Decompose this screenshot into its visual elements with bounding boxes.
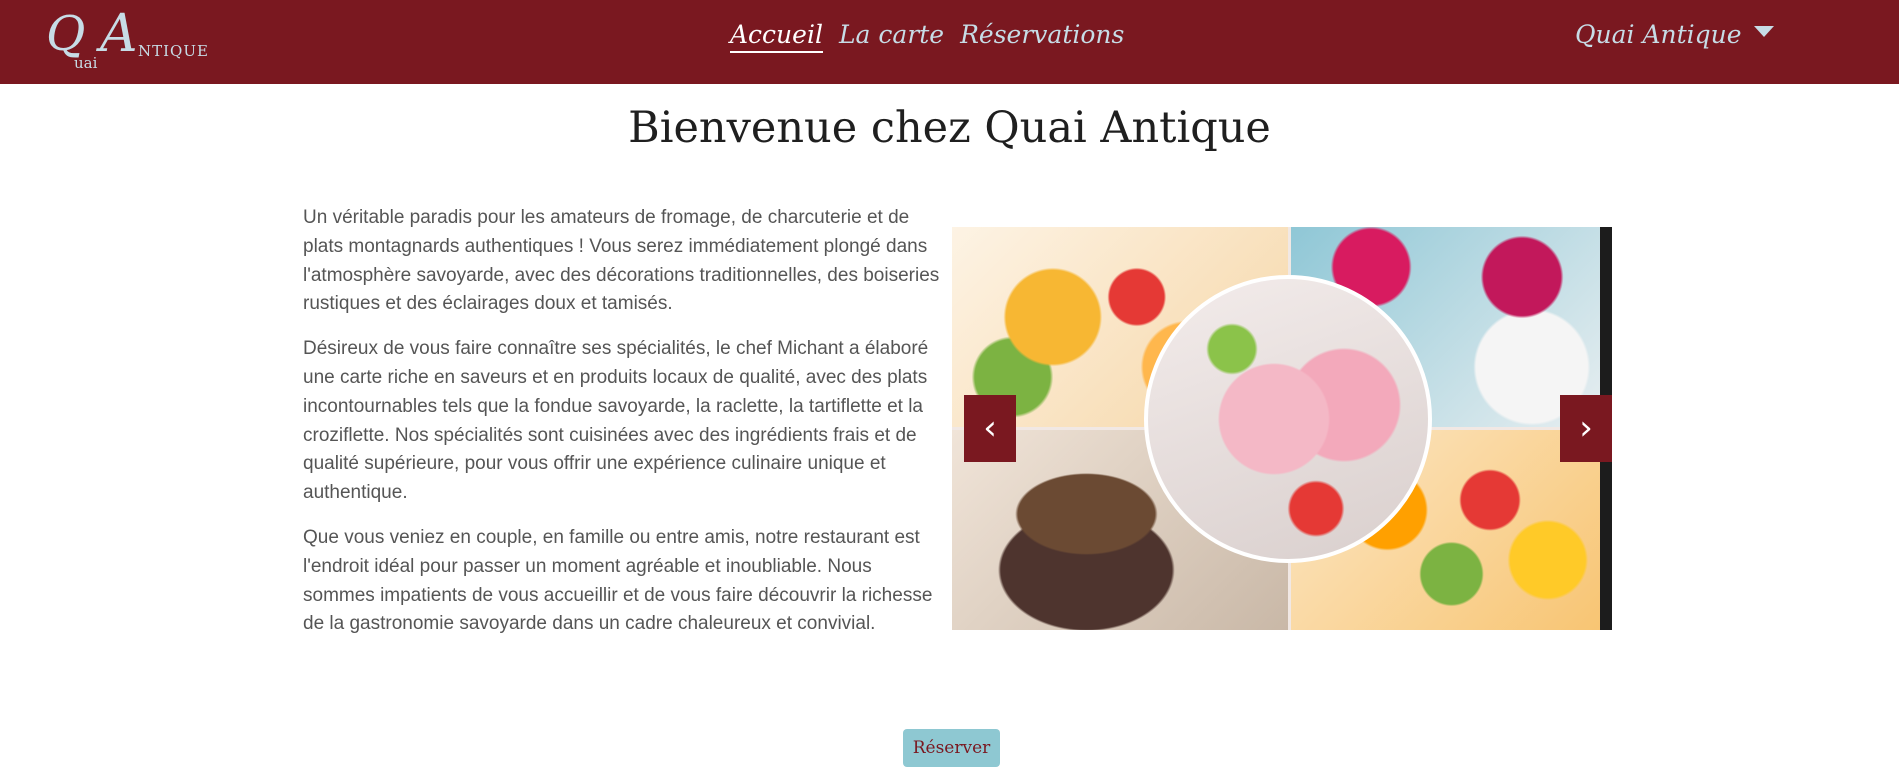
logo-letter-q: Q xyxy=(46,6,86,62)
nav-link-la-carte[interactable]: La carte xyxy=(839,20,944,53)
navbar: Q A uai NTIQUE Accueil La carte Réservat… xyxy=(0,0,1899,84)
logo-letter-a: A xyxy=(100,4,138,64)
image-carousel: ‹ › xyxy=(952,227,1612,630)
carousel-next-button[interactable]: › xyxy=(1560,395,1612,462)
intro-text: Un véritable paradis pour les amateurs d… xyxy=(303,204,943,655)
intro-paragraph: Un véritable paradis pour les amateurs d… xyxy=(303,207,940,315)
intro-paragraph: Désireux de vous faire connaître ses spé… xyxy=(303,338,929,504)
logo-text-ntique: NTIQUE xyxy=(138,42,209,60)
nav-link-accueil[interactable]: Accueil xyxy=(730,20,823,53)
account-dropdown[interactable]: Quai Antique xyxy=(1575,20,1774,49)
intro-paragraph: Que vous veniez en couple, en famille ou… xyxy=(303,526,933,635)
main-nav: Accueil La carte Réservations xyxy=(730,20,1124,53)
page-title: Bienvenue chez Quai Antique xyxy=(628,103,1271,153)
logo-text-uai: uai xyxy=(74,54,98,72)
logo[interactable]: Q A uai NTIQUE xyxy=(46,4,208,74)
carousel-prev-button[interactable]: ‹ xyxy=(964,395,1016,462)
caret-down-icon xyxy=(1753,26,1774,37)
account-label: Quai Antique xyxy=(1575,20,1742,49)
chevron-right-icon: › xyxy=(1579,408,1593,448)
reserve-button[interactable]: Réserver xyxy=(903,729,1000,767)
ice-cream-image xyxy=(1144,275,1432,563)
nav-link-reservations[interactable]: Réservations xyxy=(960,20,1124,53)
chevron-left-icon: ‹ xyxy=(983,408,997,448)
